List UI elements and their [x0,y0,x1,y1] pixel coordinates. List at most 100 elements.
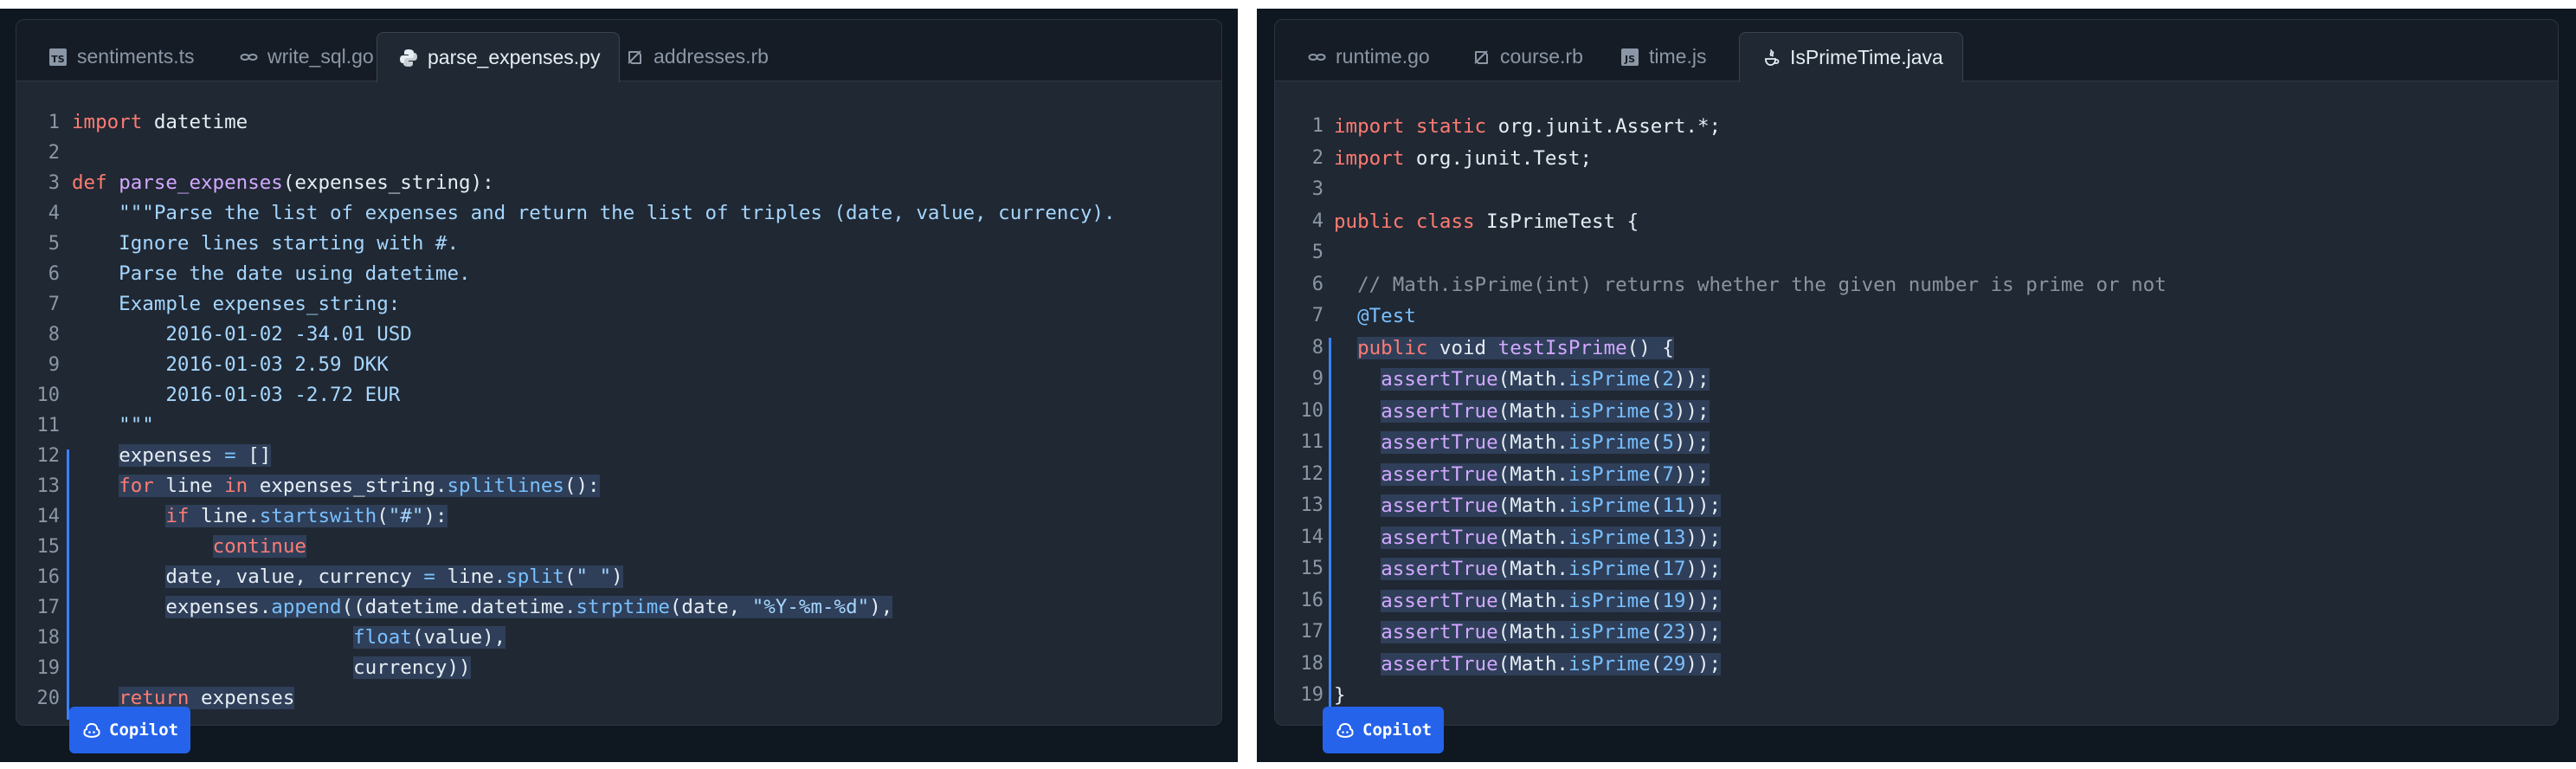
java-icon [1761,48,1781,68]
code-area[interactable]: 1 import datetime 2 3 def parse_expenses(e… [16,107,1221,714]
line-number: 12 [1300,462,1324,485]
ruby-icon [624,47,645,68]
python-icon [398,48,419,68]
line-number: 6 [48,263,60,285]
code-editor: runtime.go course.rb JS time.js IsPrimeT… [1274,19,2559,726]
line-number: 15 [36,536,61,558]
line-number: 7 [48,294,60,315]
copilot-label: Copilot [109,721,179,740]
line-number: 4 [48,203,60,224]
tab-label: time.js [1649,45,1707,68]
suggested-code-line: 9 assertTrue(Math.isPrime(2)); [1275,364,2558,396]
suggested-code-line: 13 for line in expenses_string.splitline… [16,471,1221,501]
code-line: 8 2016-01-02 -34.01 USD [16,320,1221,350]
suggested-code-line: 14 assertTrue(Math.isPrime(13)); [1275,522,2558,554]
tab-time-js[interactable]: JS time.js [1599,32,1725,81]
suggested-code-line: 11 assertTrue(Math.isPrime(5)); [1275,427,2558,459]
suggested-code-line: 20 return expenses [16,683,1221,714]
right-editor-panel: runtime.go course.rb JS time.js IsPrimeT… [1257,9,2576,762]
go-icon [238,47,259,68]
line-number: 19 [1300,684,1324,706]
svg-text:TS: TS [51,54,65,65]
suggested-code-line: 14 if line.startswith("#"): [16,501,1221,532]
suggested-code-line: 16 date, value, currency = line.split(" … [16,562,1221,592]
line-number: 3 [1311,178,1323,200]
svg-text:JS: JS [1624,54,1635,65]
tab-isprimetime-java[interactable]: IsPrimeTime.java [1739,32,1963,82]
copilot-button[interactable]: Copilot [69,707,191,753]
code-line: 3 [1275,174,2558,206]
tab-bar: runtime.go course.rb JS time.js IsPrimeT… [1275,20,2558,82]
line-number: 15 [1300,558,1324,579]
line-number: 5 [48,233,60,255]
code-line: 3 def parse_expenses(expenses_string): [16,168,1221,198]
line-number: 3 [48,172,60,194]
copilot-button[interactable]: Copilot [1323,707,1445,753]
ruby-icon [1471,47,1491,68]
tab-write-sql-go[interactable]: write_sql.go [217,32,393,81]
suggested-code-line: 18 float(value), [16,623,1221,653]
suggested-code-line: 15 assertTrue(Math.isPrime(17)); [1275,553,2558,585]
code-line: 1 import static org.junit.Assert.*; [1275,111,2558,143]
line-number: 16 [1300,589,1324,611]
suggested-code-line: 8 public void testIsPrime() { [1275,333,2558,365]
code-line: 10 2016-01-03 -2.72 EUR [16,380,1221,410]
line-number: 11 [36,415,61,436]
line-number: 13 [36,475,61,497]
tab-runtime-go[interactable]: runtime.go [1285,32,1449,81]
go-icon [1306,47,1327,68]
line-number: 2 [1311,146,1323,169]
line-number: 10 [1300,399,1324,422]
code-line: 2 import org.junit.Test; [1275,143,2558,175]
tab-label: runtime.go [1336,45,1430,68]
copilot-label: Copilot [1362,721,1433,740]
line-number: 4 [1311,210,1323,232]
code-editor: TS sentiments.ts write_sql.go parse_expe… [16,19,1222,726]
copilot-icon [1336,722,1354,739]
tab-label: write_sql.go [267,45,374,68]
line-number: 13 [1300,494,1324,516]
line-number: 9 [1311,368,1323,390]
code-line: 2 [16,138,1221,168]
tab-label: parse_expenses.py [428,46,601,68]
code-line: 4 """Parse the list of expenses and retu… [16,198,1221,229]
code-line: 19} [1275,680,2558,712]
code-line: 6 // Math.isPrime(int) returns whether t… [1275,269,2558,301]
line-number: 10 [36,384,61,406]
line-number: 2 [48,142,60,164]
line-number: 7 [1311,305,1323,326]
line-number: 18 [1300,652,1324,675]
tab-label: sentiments.ts [77,45,195,68]
line-number: 20 [36,688,61,709]
line-number: 14 [1300,526,1324,548]
typescript-icon: TS [48,47,68,68]
suggested-code-line: 10 assertTrue(Math.isPrime(3)); [1275,396,2558,428]
line-number: 12 [36,445,61,467]
suggested-code-line: 18 assertTrue(Math.isPrime(29)); [1275,649,2558,681]
line-number: 1 [1311,115,1323,137]
tab-sentiments-ts[interactable]: TS sentiments.ts [27,32,214,81]
copilot-icon [83,722,100,739]
code-line: 6 Parse the date using datetime. [16,259,1221,289]
code-area[interactable]: 1 import static org.junit.Assert.*; 2 impo… [1275,111,2558,712]
tab-course-rb[interactable]: course.rb [1450,32,1602,81]
line-number: 19 [36,657,61,679]
tab-label: course.rb [1500,45,1583,68]
code-line: 4 public class IsPrimeTest { [1275,206,2558,238]
line-number: 17 [1300,621,1324,643]
line-number: 8 [48,324,60,346]
code-line: 9 2016-01-03 2.59 DKK [16,350,1221,380]
code-line: 7 Example expenses_string: [16,289,1221,320]
suggested-code-line: 19 currency)) [16,653,1221,683]
suggested-code-line: 12 assertTrue(Math.isPrime(7)); [1275,459,2558,491]
tab-parse-expenses-py[interactable]: parse_expenses.py [377,32,621,82]
code-line: 11 """ [16,410,1221,441]
tab-addresses-rb[interactable]: addresses.rb [603,32,788,81]
line-number: 18 [36,627,61,649]
line-number: 11 [1300,431,1324,453]
code-line: 7 @Test [1275,300,2558,333]
code-line: 5 [1275,237,2558,269]
line-number: 8 [1311,336,1323,359]
left-editor-panel: TS sentiments.ts write_sql.go parse_expe… [0,9,1238,762]
line-number: 1 [48,112,60,133]
